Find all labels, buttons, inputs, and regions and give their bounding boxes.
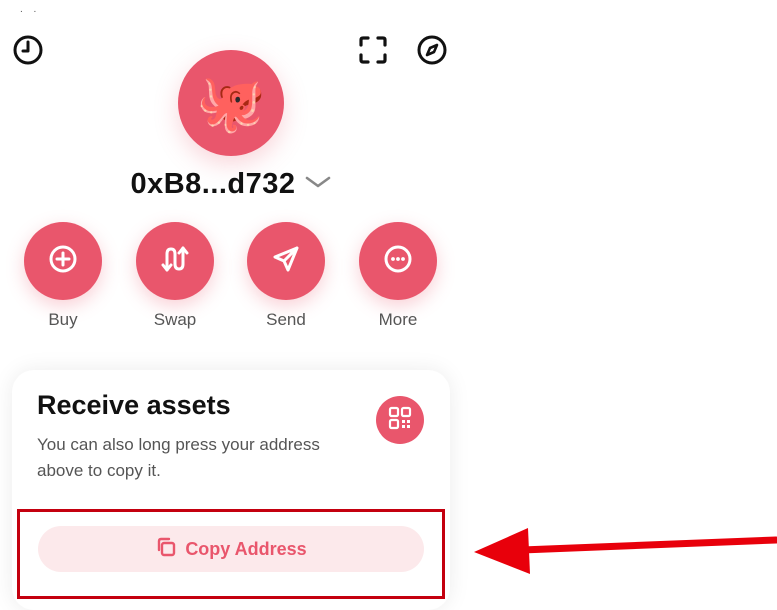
octopus-avatar-icon: 🐙 xyxy=(196,71,266,134)
swap-button[interactable]: Swap xyxy=(135,222,215,330)
wallet-address[interactable]: 0xB8...d732 xyxy=(130,168,295,201)
swap-arrows-icon xyxy=(159,244,191,279)
avatar[interactable]: 🐙 xyxy=(178,50,284,156)
swap-label: Swap xyxy=(153,310,197,329)
status-bar-dots: . . xyxy=(20,4,41,15)
compass-icon[interactable] xyxy=(414,32,450,68)
receive-assets-title: Receive assets xyxy=(37,390,231,420)
highlight-box xyxy=(17,509,445,599)
wallet-address-selector[interactable]: 0xB8...d732 xyxy=(0,168,462,201)
plus-circle-icon xyxy=(48,244,78,279)
chevron-down-icon xyxy=(304,173,332,196)
receive-assets-description: You can also long press your address abo… xyxy=(37,435,320,480)
buy-button[interactable]: Buy xyxy=(23,222,103,330)
send-button[interactable]: Send xyxy=(246,222,326,330)
send-label: Send xyxy=(266,310,306,329)
qr-code-button[interactable] xyxy=(376,396,424,444)
clock-icon[interactable] xyxy=(10,32,46,68)
more-dots-icon xyxy=(383,244,413,279)
send-icon xyxy=(271,244,301,279)
wallet-screen: . . 🐙 0xB8...d732 Buy Swap Send More Rec… xyxy=(0,0,462,610)
scan-frame-icon[interactable] xyxy=(355,32,391,68)
more-button[interactable]: More xyxy=(358,222,438,330)
more-label: More xyxy=(378,310,418,329)
buy-label: Buy xyxy=(48,310,78,329)
pointer-arrow xyxy=(470,512,777,587)
qr-code-icon xyxy=(388,406,412,435)
